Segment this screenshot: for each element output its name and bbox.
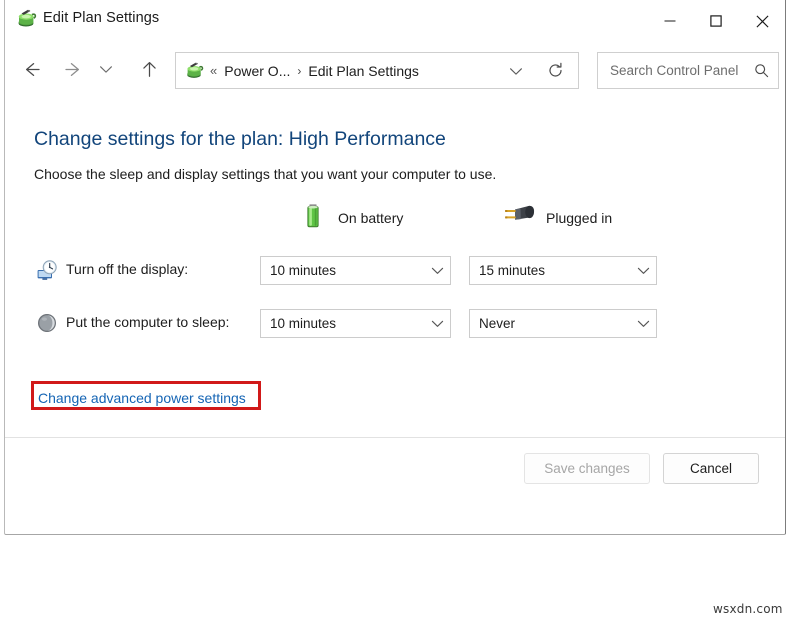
screenshot-root: Edit Plan Settings	[0, 0, 791, 626]
watermark: wsxdn.com	[713, 602, 783, 616]
cancel-button[interactable]: Cancel	[663, 453, 759, 484]
column-header-on-battery: On battery	[298, 202, 403, 234]
arrow-right-icon	[64, 60, 83, 79]
setting-row-turn-off-display: Turn off the display: 10 minutes 15 minu…	[5, 256, 785, 290]
arrow-left-icon	[22, 60, 41, 79]
chevron-down-icon	[424, 317, 450, 330]
dropdown-display-on-battery[interactable]: 10 minutes	[260, 256, 451, 285]
power-plug-icon	[502, 202, 536, 235]
dropdown-sleep-plugged-in[interactable]: Never	[469, 309, 657, 338]
refresh-icon	[547, 62, 564, 79]
save-changes-label: Save changes	[544, 461, 630, 476]
recent-locations-button[interactable]	[93, 51, 119, 87]
chevron-down-icon	[509, 64, 523, 78]
battery-icon	[298, 201, 328, 236]
dropdown-value-display-on-battery: 10 minutes	[270, 263, 424, 278]
back-button[interactable]	[13, 51, 49, 87]
up-button[interactable]	[131, 51, 167, 87]
column-label-on-battery: On battery	[338, 210, 403, 226]
column-label-plugged-in: Plugged in	[546, 210, 612, 226]
breadcrumb-overflow[interactable]: «	[210, 63, 217, 78]
column-header-plugged-in: Plugged in	[502, 202, 612, 234]
chevron-down-icon	[630, 264, 656, 277]
caption-buttons	[647, 0, 785, 42]
footer-divider	[5, 437, 785, 438]
refresh-button[interactable]	[540, 53, 570, 88]
cancel-label: Cancel	[690, 461, 732, 476]
dropdown-value-sleep-plugged-in: Never	[479, 316, 630, 331]
minimize-button[interactable]	[647, 0, 693, 42]
setting-label-turn-off-display: Turn off the display:	[66, 261, 188, 277]
page-subtitle: Choose the sleep and display settings th…	[34, 166, 496, 182]
dropdown-value-display-plugged-in: 15 minutes	[479, 263, 630, 278]
search-box[interactable]	[597, 52, 779, 89]
save-changes-button[interactable]: Save changes	[524, 453, 650, 484]
setting-label-sleep: Put the computer to sleep:	[66, 314, 229, 330]
sleep-moon-icon	[36, 312, 58, 334]
search-icon[interactable]	[748, 63, 774, 78]
breadcrumb-item-power-options[interactable]: Power O...	[224, 63, 290, 79]
display-clock-icon	[36, 259, 58, 281]
search-input[interactable]	[608, 62, 748, 79]
setting-row-sleep: Put the computer to sleep: 10 minutes Ne…	[5, 309, 785, 343]
address-bar[interactable]: « Power O... › Edit Plan Settings	[175, 52, 579, 89]
control-panel-window: Edit Plan Settings	[4, 0, 786, 535]
page-title: Change settings for the plan: High Perfo…	[34, 128, 446, 151]
maximize-button[interactable]	[693, 0, 739, 42]
close-button[interactable]	[739, 0, 785, 42]
breadcrumb-item-edit-plan-settings[interactable]: Edit Plan Settings	[308, 63, 419, 79]
window-title: Edit Plan Settings	[43, 10, 159, 26]
change-advanced-power-settings-link[interactable]: Change advanced power settings	[38, 390, 246, 406]
navigation-bar: « Power O... › Edit Plan Settings	[5, 42, 785, 98]
address-history-button[interactable]	[502, 53, 530, 88]
arrow-up-icon	[140, 60, 159, 79]
advanced-power-settings-link-wrap: Change advanced power settings	[38, 390, 246, 408]
dropdown-value-sleep-on-battery: 10 minutes	[270, 316, 424, 331]
title-bar: Edit Plan Settings	[5, 0, 785, 42]
chevron-down-icon	[630, 317, 656, 330]
dropdown-sleep-on-battery[interactable]: 10 minutes	[260, 309, 451, 338]
control-panel-icon	[15, 8, 37, 30]
chevron-down-icon	[424, 264, 450, 277]
main-content: Change settings for the plan: High Perfo…	[5, 98, 785, 534]
address-control-panel-icon	[184, 61, 204, 81]
breadcrumb-separator[interactable]: ›	[297, 64, 301, 78]
chevron-down-icon	[99, 62, 113, 76]
forward-button[interactable]	[55, 51, 91, 87]
dropdown-display-plugged-in[interactable]: 15 minutes	[469, 256, 657, 285]
